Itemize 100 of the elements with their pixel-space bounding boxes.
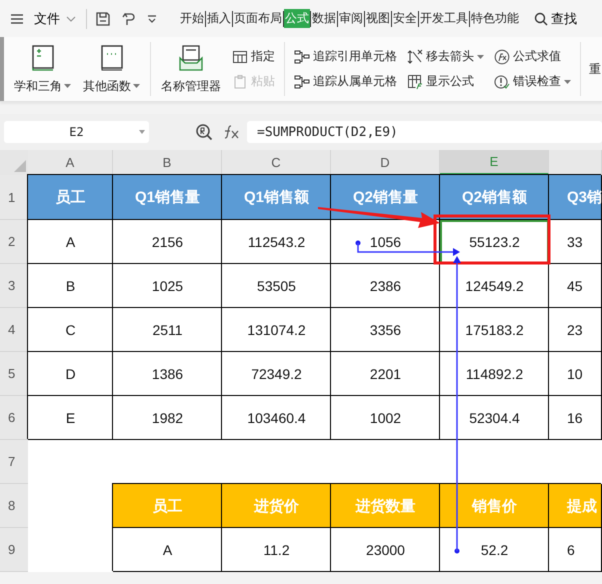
ribbon-button[interactable]: 名称管理器	[155, 44, 227, 94]
formula-field[interactable]: =SUMPRODUCT(D2,E9)	[247, 121, 602, 143]
ribbon-tab[interactable]: 安全	[392, 9, 418, 28]
table-cell: 11.2	[222, 528, 331, 572]
row-header[interactable]: 9	[0, 528, 28, 572]
table-cell: 23	[549, 308, 602, 352]
table-cell: 2511	[113, 308, 222, 352]
search-button[interactable]: 查找	[528, 8, 583, 28]
ribbon-tab[interactable]: 开发工具	[419, 9, 469, 28]
ribbon-tab[interactable]: 开始	[179, 9, 205, 28]
name-box[interactable]: E2	[4, 121, 149, 143]
ribbon-tab[interactable]: 插入	[206, 9, 232, 28]
table-icon	[232, 48, 248, 64]
table-cell: 1056	[331, 220, 440, 264]
row-header[interactable]: 6	[0, 396, 28, 440]
ribbon-tab[interactable]: 数据	[311, 9, 337, 28]
caret-icon	[564, 80, 571, 84]
column-header[interactable]: D	[331, 150, 440, 175]
menu-icon[interactable]	[10, 12, 24, 24]
boxes-icon	[294, 48, 310, 64]
table-cell: 23000	[331, 528, 440, 572]
table-cell: 1982	[113, 396, 222, 440]
table-cell: C	[28, 308, 113, 352]
ribbon-button[interactable]: 追踪引用单元格	[292, 48, 399, 65]
table-cell: 10	[549, 352, 602, 396]
row-header[interactable]: 1	[0, 175, 28, 220]
ribbon-label[interactable]: 重	[589, 60, 601, 78]
row-header[interactable]: 7	[0, 440, 28, 484]
header-cell: Q1销售量	[113, 175, 222, 220]
header-cell: 员工	[28, 175, 113, 220]
row-header[interactable]: 2	[0, 220, 28, 264]
table-cell: 175183.2	[440, 308, 549, 352]
table-cell: 124549.2	[440, 264, 549, 308]
table-cell: 16	[549, 396, 602, 440]
table-cell: 112543.2	[222, 220, 331, 264]
table-cell: 6	[549, 528, 602, 572]
table-cell: 52.2	[440, 528, 549, 572]
table-cell: 52304.4	[440, 396, 549, 440]
ribbon-button[interactable]: 其他函数	[77, 44, 146, 94]
row-header[interactable]: 4	[0, 308, 28, 352]
header-cell: 销售价	[440, 484, 549, 528]
ribbon-tab[interactable]: 审阅	[338, 9, 364, 28]
column-header[interactable]: A	[28, 150, 113, 175]
ribbon-tab[interactable]: 页面布局	[233, 9, 283, 28]
row-header[interactable]: 8	[0, 484, 28, 528]
boxes-icon	[294, 74, 310, 90]
header-cell: Q1销售额	[222, 175, 331, 220]
caret-icon[interactable]	[147, 14, 157, 22]
table-cell: 131074.2	[222, 308, 331, 352]
undo-icon[interactable]	[121, 10, 137, 26]
ribbon-tab[interactable]: 特色功能	[470, 9, 520, 28]
table-cell: 33	[549, 220, 602, 264]
ribbon-button[interactable]: 追踪从属单元格	[292, 73, 399, 90]
ribbon-button[interactable]: 学和三角	[8, 44, 77, 94]
table-cell: A	[113, 528, 222, 572]
table-cell: 55123.2	[440, 220, 549, 264]
chevron-icon	[66, 16, 76, 22]
row-header[interactable]: 5	[0, 352, 28, 396]
table-cell: 1025	[113, 264, 222, 308]
book-icon	[30, 44, 54, 72]
header-cell: Q2销售量	[331, 175, 440, 220]
table-cell: A	[28, 220, 113, 264]
table-cell: B	[28, 264, 113, 308]
clipboard-icon	[232, 74, 248, 90]
tray-icon	[178, 44, 204, 72]
table-cell: 1002	[331, 396, 440, 440]
book-icon	[100, 44, 124, 72]
table-cell: 2156	[113, 220, 222, 264]
search-icon	[534, 12, 548, 26]
header-cell: 进货数量	[331, 484, 440, 528]
header-cell: 提成	[549, 484, 602, 528]
ribbon-button[interactable]: 显示公式	[405, 73, 486, 90]
header-cell: 进货价	[222, 484, 331, 528]
arrows-icon	[407, 48, 423, 64]
column-header[interactable]	[549, 150, 602, 175]
ribbon-button[interactable]: 公式求值	[492, 48, 573, 65]
table-cell: 72349.2	[222, 352, 331, 396]
ribbon-button[interactable]: 指定	[230, 48, 277, 65]
table-cell: 1386	[113, 352, 222, 396]
table-cell: E	[28, 396, 113, 440]
row-header[interactable]: 3	[0, 264, 28, 308]
file-menu[interactable]: 文件	[30, 10, 80, 28]
formula-circle-icon	[494, 48, 510, 64]
caret-icon	[477, 54, 484, 58]
formula-grid-icon	[407, 74, 423, 90]
column-header[interactable]: C	[222, 150, 331, 175]
ribbon-tab[interactable]: 视图	[365, 9, 391, 28]
table-cell: D	[28, 352, 113, 396]
ribbon-button[interactable]: 错误检查	[492, 73, 573, 90]
table-cell: 2201	[331, 352, 440, 396]
save-icon[interactable]	[95, 10, 111, 26]
column-header[interactable]: B	[113, 150, 222, 175]
caret-icon	[133, 84, 140, 88]
fx-icon[interactable]	[223, 124, 241, 140]
alert-icon	[494, 74, 510, 90]
table-cell: 53505	[222, 264, 331, 308]
zoom-icon[interactable]	[195, 123, 213, 141]
header-cell: Q2销售额	[440, 175, 549, 220]
caret-icon	[64, 84, 71, 88]
ribbon-button[interactable]: 移去箭头	[405, 48, 486, 65]
